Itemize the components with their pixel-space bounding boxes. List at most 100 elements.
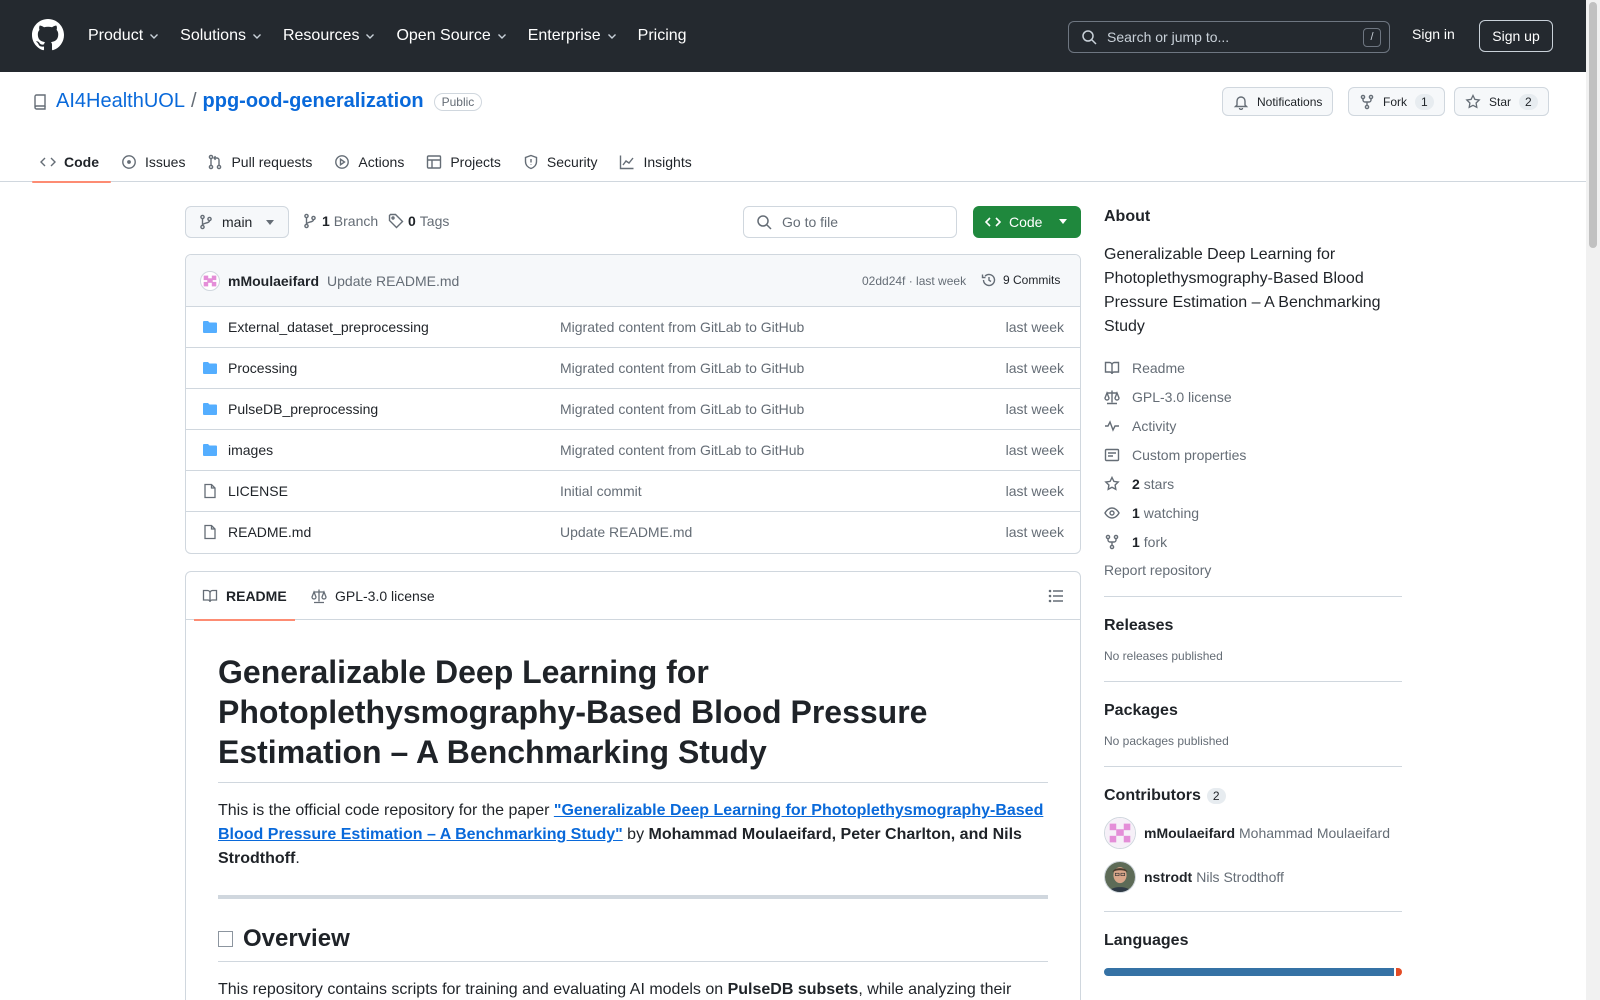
tab-actions[interactable]: Actions xyxy=(326,142,416,182)
global-search-input[interactable]: Search or jump to... / xyxy=(1068,21,1390,53)
chevron-down-icon xyxy=(607,34,616,39)
go-to-file-input[interactable]: Go to file xyxy=(743,206,957,238)
file-name-link[interactable]: PulseDB_preprocessing xyxy=(228,401,378,417)
tab-issues[interactable]: Issues xyxy=(113,142,197,182)
fork-button[interactable]: Fork 1 xyxy=(1348,87,1445,116)
star-icon xyxy=(1104,475,1120,491)
commit-author-link[interactable]: mMoulaeifard xyxy=(228,273,319,289)
contributor-item[interactable]: mMoulaeifard Mohammad Moulaeifard xyxy=(1104,817,1402,849)
file-name-link[interactable]: External_dataset_preprocessing xyxy=(228,319,429,335)
file-name-link[interactable]: images xyxy=(228,442,273,458)
repo-owner-link[interactable]: AI4HealthUOL xyxy=(56,90,185,113)
file-commit-message-link[interactable]: Migrated content from GitLab to GitHub xyxy=(560,442,804,458)
table-of-contents-icon[interactable] xyxy=(1048,588,1064,604)
github-logo-icon[interactable] xyxy=(32,19,64,51)
tab-projects[interactable]: Projects xyxy=(418,142,513,182)
sign-up-button[interactable]: Sign up xyxy=(1479,20,1553,52)
repo-sidebar: About Generalizable Deep Learning for Ph… xyxy=(1104,208,1402,976)
notifications-button[interactable]: Notifications xyxy=(1222,87,1334,116)
top-nav-resources[interactable]: Resources xyxy=(283,27,376,45)
tab-label: Insights xyxy=(643,154,692,170)
branch-selector[interactable]: main xyxy=(185,206,289,238)
readme-panel: README GPL-3.0 license Generalizable Dee… xyxy=(185,571,1081,1000)
about-link-watching[interactable]: 1 watching xyxy=(1104,498,1402,527)
top-nav-label: Product xyxy=(88,27,144,44)
about-link-custom-properties[interactable]: Custom properties xyxy=(1104,440,1402,469)
file-row[interactable]: External_dataset_preprocessing Migrated c… xyxy=(186,307,1080,348)
search-icon xyxy=(1082,30,1097,45)
file-commit-message-link[interactable]: Initial commit xyxy=(560,483,642,499)
readme-content: Generalizable Deep Learning for Photople… xyxy=(186,620,1080,1000)
tab-insights[interactable]: Insights xyxy=(611,142,703,182)
top-nav-enterprise[interactable]: Enterprise xyxy=(528,27,618,45)
sign-in-link[interactable]: Sign in xyxy=(1412,26,1455,42)
about-link-readme[interactable]: Readme xyxy=(1104,353,1402,382)
page-scrollbar[interactable] xyxy=(1586,0,1600,1000)
top-nav-solutions[interactable]: Solutions xyxy=(180,27,263,45)
tab-label: Code xyxy=(64,154,99,170)
file-commit-message-link[interactable]: Migrated content from GitLab to GitHub xyxy=(560,401,804,417)
repo-name-link[interactable]: ppg-ood-generalization xyxy=(203,90,424,113)
star-button[interactable]: Star 2 xyxy=(1454,87,1549,116)
top-nav-pricing[interactable]: Pricing xyxy=(638,27,687,45)
readme-title: Generalizable Deep Learning for Photople… xyxy=(218,652,1048,783)
pulse-icon xyxy=(1105,419,1119,432)
file-row[interactable]: README.md Update README.md last week xyxy=(186,512,1080,553)
file-row[interactable]: Processing Migrated content from GitLab t… xyxy=(186,348,1080,389)
tag-count: 0 xyxy=(408,213,416,229)
about-link-fork[interactable]: 1 fork xyxy=(1104,527,1402,556)
top-nav-label: Resources xyxy=(282,27,360,44)
file-row[interactable]: PulseDB_preprocessing Migrated content fr… xyxy=(186,389,1080,430)
commit-message-link[interactable]: Update README.md xyxy=(327,273,459,289)
branches-link[interactable]: 1 Branch xyxy=(302,213,378,229)
tab-code[interactable]: Code xyxy=(32,142,111,183)
file-name-link[interactable]: Processing xyxy=(228,360,297,376)
top-nav-label: Enterprise xyxy=(527,27,601,44)
file-commit-message-link[interactable]: Migrated content from GitLab to GitHub xyxy=(560,360,804,376)
tab-pull-requests[interactable]: Pull requests xyxy=(199,142,324,182)
fork-icon xyxy=(1360,94,1374,109)
eye-icon xyxy=(1104,506,1120,519)
tab-readme[interactable]: README xyxy=(194,572,295,621)
scrollbar-thumb[interactable] xyxy=(1589,2,1597,248)
releases-heading[interactable]: Releases xyxy=(1104,617,1402,635)
contributors-heading[interactable]: Contributors 2 xyxy=(1104,787,1402,805)
tab-security[interactable]: Security xyxy=(515,142,610,182)
tab-license[interactable]: GPL-3.0 license xyxy=(311,572,435,620)
about-link-count: 1 xyxy=(1132,504,1140,521)
report-repository-link[interactable]: Report repository xyxy=(1104,562,1402,578)
about-link-stars[interactable]: 2 stars xyxy=(1104,469,1402,498)
file-row[interactable]: images Migrated content from GitLab to Gi… xyxy=(186,430,1080,471)
tab-label: Security xyxy=(546,154,598,170)
repo-title: AI4HealthUOL / ppg-ood-generalization Pu… xyxy=(32,90,483,113)
avatar[interactable] xyxy=(200,270,220,291)
contributor-login: mMoulaeifard xyxy=(1144,825,1236,841)
top-nav-product[interactable]: Product xyxy=(88,27,160,45)
chevron-down-icon xyxy=(150,34,159,39)
about-link-label: Activity xyxy=(1132,417,1177,434)
top-nav-open-source[interactable]: Open Source xyxy=(396,27,507,45)
contributor-item[interactable]: nstrodt Nils Strodthoff xyxy=(1104,861,1402,893)
code-button[interactable]: Code xyxy=(973,206,1081,238)
folder-icon xyxy=(203,444,217,456)
file-icon xyxy=(204,483,216,499)
commits-history-link[interactable]: 9 Commits xyxy=(981,272,1060,288)
commit-hash-link[interactable]: 02dd24f · last week xyxy=(862,274,966,288)
file-commit-message-link[interactable]: Update README.md xyxy=(560,524,692,540)
file-commit-message-link[interactable]: Migrated content from GitLab to GitHub xyxy=(560,319,804,335)
file-list: mMoulaeifard Update README.md 02dd24f · … xyxy=(185,254,1081,554)
about-link-gpl-3-0-license[interactable]: GPL-3.0 license xyxy=(1104,382,1402,411)
tags-link[interactable]: 0 Tags xyxy=(388,213,449,229)
language-bar-segment xyxy=(1396,968,1402,976)
shield-icon xyxy=(524,154,538,170)
about-link-activity[interactable]: Activity xyxy=(1104,411,1402,440)
file-row[interactable]: LICENSE Initial commit last week xyxy=(186,471,1080,512)
file-name-link[interactable]: README.md xyxy=(228,524,311,540)
packages-section: Packages No packages published xyxy=(1104,681,1402,748)
commits-count-label: 9 Commits xyxy=(1003,273,1061,287)
packages-heading[interactable]: Packages xyxy=(1104,702,1402,720)
branch-icon xyxy=(304,213,316,229)
tag-icon xyxy=(388,213,404,229)
languages-section: Languages xyxy=(1104,911,1402,976)
file-name-link[interactable]: LICENSE xyxy=(228,483,288,499)
